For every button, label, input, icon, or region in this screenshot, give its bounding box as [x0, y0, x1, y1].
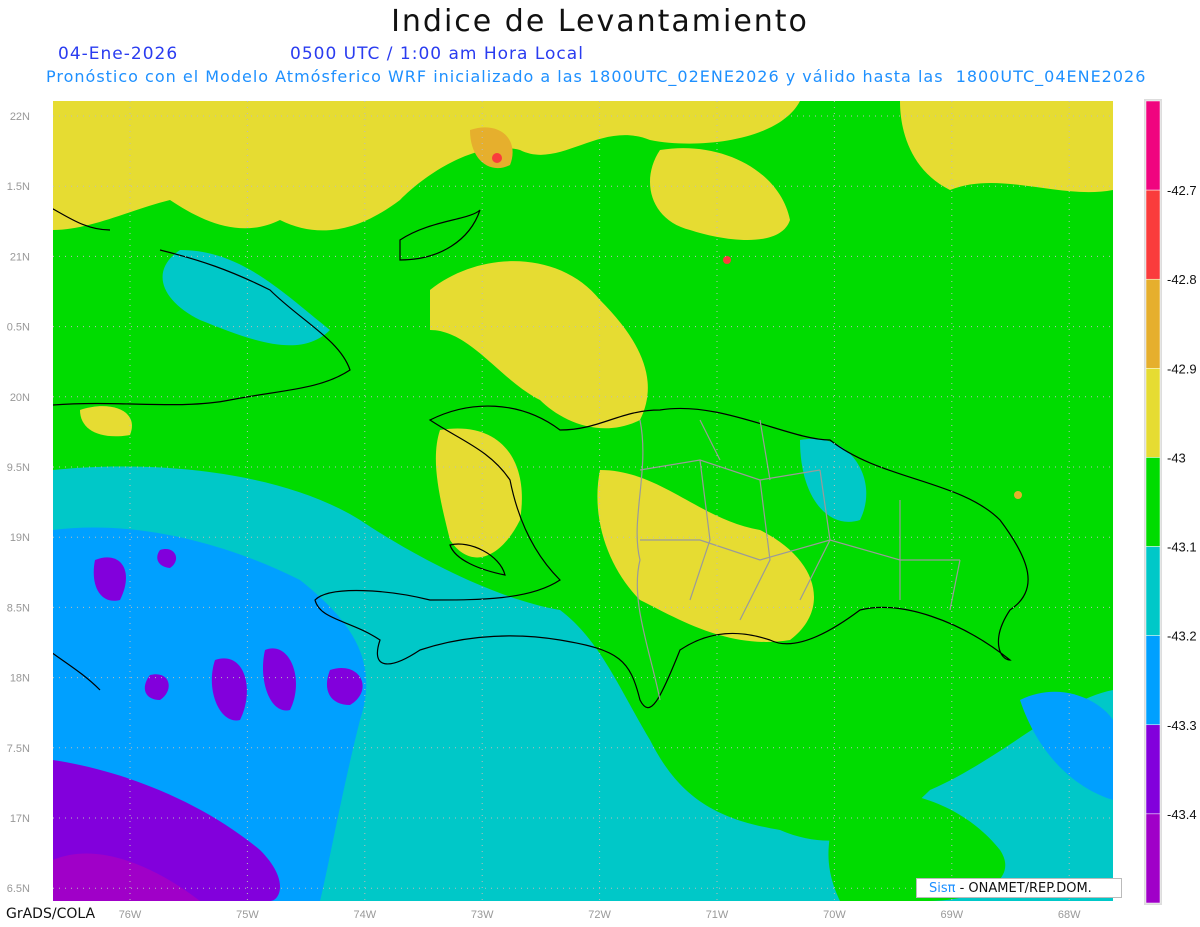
- colorbar-label: -42.7: [1167, 183, 1197, 198]
- lon-label: 74W: [353, 909, 376, 921]
- colorbar-swatch: [1145, 635, 1161, 726]
- lon-label: 73W: [471, 909, 494, 921]
- lat-label: 18N: [10, 673, 30, 685]
- colorbar-swatch: [1145, 457, 1161, 547]
- colorbar-label: -42.8: [1167, 272, 1197, 287]
- lon-label: 68W: [1058, 909, 1081, 921]
- colorbar-swatch: [1145, 278, 1161, 369]
- colorbar-swatch: [1145, 724, 1161, 815]
- lon-label: 69W: [940, 909, 963, 921]
- colorbar-label: -43.4: [1167, 807, 1197, 822]
- lat-label: 8.5N: [7, 602, 30, 614]
- lon-label: 71W: [706, 909, 729, 921]
- lat-label: 1.5N: [7, 181, 30, 193]
- colorbar-swatch: [1145, 368, 1161, 458]
- lat-label: 17N: [10, 813, 30, 825]
- lat-label: 21N: [10, 251, 30, 263]
- colorbar-label: -43: [1167, 450, 1186, 465]
- lat-label: 20N: [10, 392, 30, 404]
- colorbar-label: -42.9: [1167, 361, 1197, 376]
- colorbar: -42.7 -42.8 -42.9 -43 -43.1 -43.2 -43.3 -43.4: [1144, 99, 1197, 905]
- lat-label: 22N: [10, 111, 30, 123]
- colorbar-swatch: [1145, 189, 1161, 280]
- lat-label: 6.5N: [7, 883, 30, 895]
- lon-label: 72W: [588, 909, 611, 921]
- lat-label: 9.5N: [7, 462, 30, 474]
- grads-label: GrADS/COLA: [6, 906, 96, 922]
- credit-box: Sisπ - ONAMET/REP.DOM.: [916, 878, 1122, 898]
- colorbar-swatch: [1145, 100, 1161, 191]
- lat-label: 0.5N: [7, 322, 30, 334]
- lifted-index-map: 76W 75W 74W 73W 72W 71W 70W 69W 68W 22N 1.5N 21N 0.5…: [7, 99, 1197, 921]
- colorbar-label: -43.1: [1167, 540, 1197, 555]
- colorbar-label: -43.2: [1167, 629, 1197, 644]
- lon-label: 76W: [119, 909, 142, 921]
- sis-logo: Sisπ: [929, 881, 956, 896]
- colorbar-swatch: [1145, 546, 1161, 636]
- credit-text: - ONAMET/REP.DOM.: [955, 881, 1092, 896]
- colorbar-swatch: [1145, 813, 1161, 904]
- lon-label: 75W: [236, 909, 259, 921]
- lat-label: 19N: [10, 532, 30, 544]
- lat-label: 7.5N: [7, 743, 30, 755]
- colorbar-label: -43.3: [1167, 718, 1197, 733]
- lon-label: 70W: [823, 909, 846, 921]
